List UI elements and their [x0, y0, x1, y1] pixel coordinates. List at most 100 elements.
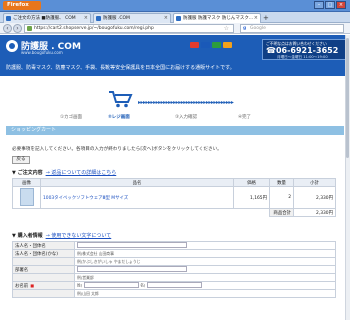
new-tab-icon[interactable]: + — [263, 14, 269, 22]
form-row: お名前 ■ 姓) 名) — [12, 281, 336, 290]
total-value: 2,330円 — [293, 208, 336, 217]
logo-mark-icon — [6, 40, 18, 52]
card-brand-icon — [201, 42, 210, 48]
table-header-row: 画像 品名 価格 数量 小計 — [12, 178, 336, 187]
firefox-menu-button[interactable]: Firefox — [3, 1, 41, 10]
search-placeholder: Google — [250, 26, 266, 31]
form-row: 例)営業部 — [12, 273, 336, 282]
close-tab-icon[interactable]: × — [254, 14, 258, 23]
field-label: 部署名 — [12, 265, 75, 274]
instruction-note: 必要事項を記入してください。各項目の入力が終わりましたら[次へ]ボタンをクリック… — [12, 147, 222, 152]
google-icon: g — [243, 26, 247, 31]
form-row: 例)山田 太郎 — [12, 289, 336, 298]
bookmark-star-icon[interactable]: ☆ — [224, 25, 229, 32]
scrollbar-thumb[interactable] — [346, 38, 349, 158]
site-favicon-icon — [6, 16, 11, 21]
close-tab-icon[interactable]: × — [84, 14, 88, 23]
tab-products[interactable]: 防護服 防護マスク 防じんマスク... × — [173, 13, 261, 23]
column-header: 価格 — [233, 178, 270, 187]
tab-label: 防護服 防護マスク 防じんマスク... — [183, 16, 254, 21]
field-label — [12, 273, 75, 282]
form-row: 法人名・団体名(かな) 例)株式会社 山田商事 — [12, 249, 336, 258]
column-header: 品名 — [40, 178, 234, 187]
return-policy-link[interactable]: → 返品についての詳細はこちら — [46, 170, 117, 176]
site-header: 防護服 . COM www.bougofuku.com ご不明な点はお問い合わせ… — [0, 35, 350, 76]
site-logo-url: www.bougofuku.com — [21, 50, 63, 55]
tab-bar: ご注文の方法 ■防護服、 COM × 防護服 .COM × 防護服 防護マスク … — [0, 12, 350, 23]
navigation-bar: ‹ › https://cart2.shopserve.jp/~/bougofu… — [0, 23, 350, 34]
step-cart: ①カゴ画面 — [60, 115, 83, 120]
phone-number: ☎06-6921-3652 — [266, 46, 339, 55]
field-hint: 例)山田 太郎 — [77, 290, 99, 296]
order-table: 画像 品名 価格 数量 小計 1003タイベックソフトウェアⅢ型 Mサイズ 1,… — [12, 178, 336, 217]
form-row: 法人名・団体名 — [12, 241, 336, 250]
checkout-steps: ▸▸▸▸▸▸▸▸▸▸▸▸▸▸▸▸▸▸▸▸▸▸▸▸▸▸▸▸▸▸▸▸▸▸▸▸▸▸ ①… — [0, 84, 350, 122]
close-tab-icon[interactable]: × — [164, 14, 168, 23]
business-hours: 月曜日〜金曜日 11:00〜19:00 — [277, 55, 328, 59]
contact-box: ご不明な点はお問い合わせください ☎06-6921-3652 月曜日〜金曜日 1… — [262, 39, 346, 60]
shopping-cart-icon — [109, 91, 133, 108]
tab-label: 防護服 .COM — [103, 16, 130, 21]
product-qty: 2 — [269, 186, 294, 209]
total-label: 商品合計 — [269, 208, 294, 217]
invalid-chars-link[interactable]: → 使用できない文字について — [46, 233, 112, 239]
url-bar[interactable]: https://cart2.shopserve.jp/~/bougofuku.c… — [24, 24, 234, 33]
site-tagline: 防護服、防毒マスク、防塵マスク、手袋、長靴等安全保護具を日本全国にお届けする通販… — [6, 65, 235, 71]
site-favicon-icon — [176, 16, 181, 21]
section-title: ショッピングカート — [6, 126, 344, 135]
minimize-icon[interactable]: – — [314, 1, 324, 9]
total-row: 商品合計 2,330円 — [13, 208, 336, 217]
field-label: 法人名・団体名 — [12, 241, 75, 250]
close-window-icon[interactable]: × — [336, 1, 346, 9]
lock-icon — [27, 26, 32, 31]
tab-label: ご注文の方法 ■防護服、 COM — [13, 16, 76, 21]
field-hint: 例)営業部 — [77, 274, 94, 280]
required-mark-icon: ■ — [30, 282, 34, 288]
order-heading-text: ▼ ご注文内容 — [12, 170, 43, 176]
first-name-prefix: 名) — [140, 282, 146, 288]
payment-cards — [190, 42, 234, 50]
last-name-input[interactable] — [83, 282, 139, 289]
table-row: 1003タイベックソフトウェアⅢ型 Mサイズ 1,165円 2 2,330円 — [12, 186, 336, 209]
url-text: https://cart2.shopserve.jp/~/bougofuku.c… — [34, 26, 154, 31]
window-titlebar: Firefox – □ × — [0, 0, 350, 12]
field-label: お名前 ■ — [12, 281, 75, 290]
field-label — [12, 289, 75, 298]
last-name-prefix: 姓) — [77, 282, 83, 288]
product-name[interactable]: 1003タイベックソフトウェアⅢ型 Mサイズ — [40, 186, 234, 209]
back-button[interactable]: 戻る — [12, 156, 30, 164]
order-heading: ▼ ご注文内容 → 返品についての詳細はこちら — [12, 169, 116, 176]
company-name-input[interactable] — [77, 242, 187, 249]
field-label — [12, 257, 75, 266]
search-input[interactable]: g Google — [240, 24, 344, 33]
maximize-icon[interactable]: □ — [325, 1, 335, 9]
column-header: 小計 — [293, 178, 336, 187]
field-hint: 例)株式会社 山田商事 — [77, 250, 114, 256]
forward-icon[interactable]: › — [13, 24, 22, 33]
card-brand-icon — [212, 42, 221, 48]
name-label: お名前 — [15, 283, 29, 289]
product-thumbnail — [12, 186, 41, 209]
card-brand-icon — [190, 42, 199, 48]
step-confirm: ③入力確認 — [175, 115, 198, 120]
product-price: 1,165円 — [233, 186, 270, 209]
tab-home[interactable]: 防護服 .COM × — [93, 13, 171, 23]
back-icon[interactable]: ‹ — [3, 24, 12, 33]
field-label: 法人名・団体名(かな) — [12, 249, 75, 258]
step-register: ②レジ画面 — [108, 115, 130, 120]
first-name-input[interactable] — [146, 282, 202, 289]
site-favicon-icon — [96, 16, 101, 21]
form-row: 部署名 — [12, 265, 336, 274]
step-complete: ④完了 — [238, 115, 252, 120]
step-progress-arrows: ▸▸▸▸▸▸▸▸▸▸▸▸▸▸▸▸▸▸▸▸▸▸▸▸▸▸▸▸▸▸▸▸▸▸▸▸▸▸ — [138, 99, 234, 106]
department-input[interactable] — [77, 266, 187, 273]
card-brand-icon — [223, 42, 232, 48]
buyer-heading: ▼ 購入者情報 → 使用できない文字について — [12, 232, 111, 239]
product-subtotal: 2,330円 — [293, 186, 336, 209]
field-hint: 例)かぶしきがいしゃ やまだしょうじ — [77, 258, 141, 264]
form-row: 例)かぶしきがいしゃ やまだしょうじ — [12, 257, 336, 266]
buyer-heading-text: ▼ 購入者情報 — [12, 233, 43, 239]
product-image[interactable] — [19, 187, 34, 206]
tab-order-method[interactable]: ご注文の方法 ■防護服、 COM × — [3, 13, 91, 23]
buyer-form: 法人名・団体名 法人名・団体名(かな) 例)株式会社 山田商事 例)かぶしきがい… — [12, 241, 336, 298]
